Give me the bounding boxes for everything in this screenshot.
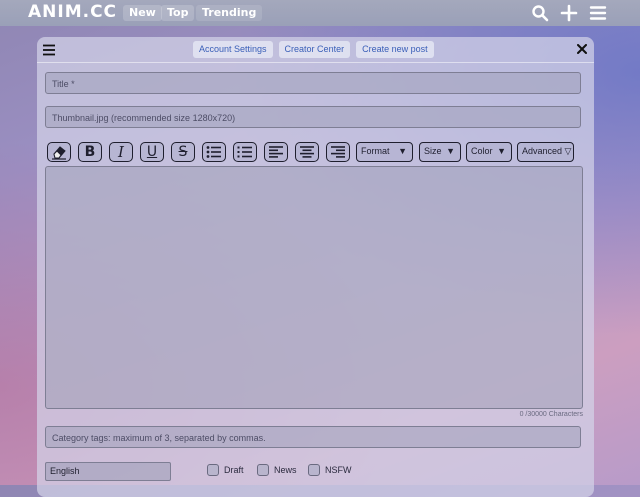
nav-top[interactable]: Top [161, 5, 195, 21]
category-tags-input[interactable]: Category tags: maximum of 3, separated b… [45, 426, 581, 448]
bold-button[interactable]: B [78, 142, 102, 162]
content-editor[interactable] [45, 166, 583, 409]
advanced-dropdown[interactable]: Advanced ▽ [517, 142, 574, 162]
bulleted-list-button[interactable] [202, 142, 226, 162]
close-icon[interactable] [577, 44, 587, 54]
draft-label: Draft [224, 465, 244, 475]
chevron-down-icon: ▼ [497, 146, 506, 156]
align-center-button[interactable] [295, 142, 319, 162]
size-dropdown[interactable]: Size ▼ [419, 142, 461, 162]
italic-icon: I [118, 143, 124, 161]
checkbox-box[interactable] [257, 464, 269, 476]
tab-create-new-post[interactable]: Create new post [356, 41, 434, 58]
align-left-icon [269, 146, 283, 158]
search-icon[interactable] [531, 4, 549, 22]
format-label: Format [361, 146, 390, 156]
format-dropdown[interactable]: Format ▼ [356, 142, 413, 162]
eraser-icon [52, 146, 66, 160]
numbered-list-icon [237, 146, 252, 158]
draft-checkbox[interactable]: Draft [207, 464, 244, 476]
color-label: Color [471, 146, 493, 156]
underline-icon: U [146, 144, 158, 160]
hamburger-menu-icon[interactable] [589, 4, 607, 22]
italic-button[interactable]: I [109, 142, 133, 162]
tab-creator-center[interactable]: Creator Center [278, 41, 351, 58]
chevron-down-icon: ▼ [398, 146, 407, 156]
language-select[interactable]: English [45, 462, 171, 481]
underline-button[interactable]: U [140, 142, 164, 162]
divider [37, 62, 594, 63]
nsfw-label: NSFW [325, 465, 352, 475]
news-label: News [274, 465, 297, 475]
nsfw-checkbox[interactable]: NSFW [308, 464, 352, 476]
eraser-button[interactable] [47, 142, 71, 162]
nav-trending[interactable]: Trending [196, 5, 263, 21]
plus-icon[interactable] [560, 4, 578, 22]
chevron-down-icon: ▼ [446, 146, 455, 156]
checkbox-box[interactable] [207, 464, 219, 476]
align-left-button[interactable] [264, 142, 288, 162]
settings-tabs: Account Settings Creator Center Create n… [193, 41, 434, 59]
bulleted-list-icon [206, 146, 221, 158]
create-post-panel: Account Settings Creator Center Create n… [37, 37, 594, 497]
site-logo[interactable]: ANIM.CC [28, 2, 117, 22]
size-label: Size [424, 146, 442, 156]
strikethrough-button[interactable]: S [171, 142, 195, 162]
news-checkbox[interactable]: News [257, 464, 297, 476]
hamburger-menu-icon[interactable] [43, 44, 55, 56]
tab-account-settings[interactable]: Account Settings [193, 41, 273, 58]
top-navbar: ANIM.CC New Top Trending [0, 0, 640, 26]
advanced-label: Advanced ▽ [522, 146, 572, 156]
checkbox-box[interactable] [308, 464, 320, 476]
thumbnail-input[interactable]: Thumbnail.jpg (recommended size 1280x720… [45, 106, 581, 128]
title-input[interactable]: Title * [45, 72, 581, 94]
bold-icon: B [84, 144, 96, 160]
align-center-icon [300, 146, 314, 158]
strikethrough-icon: S [178, 144, 188, 160]
color-dropdown[interactable]: Color ▼ [466, 142, 512, 162]
align-right-button[interactable] [326, 142, 350, 162]
nav-new[interactable]: New [123, 5, 162, 21]
numbered-list-button[interactable] [233, 142, 257, 162]
align-right-icon [331, 146, 345, 158]
character-counter: 0 /30000 Characters [519, 411, 583, 418]
